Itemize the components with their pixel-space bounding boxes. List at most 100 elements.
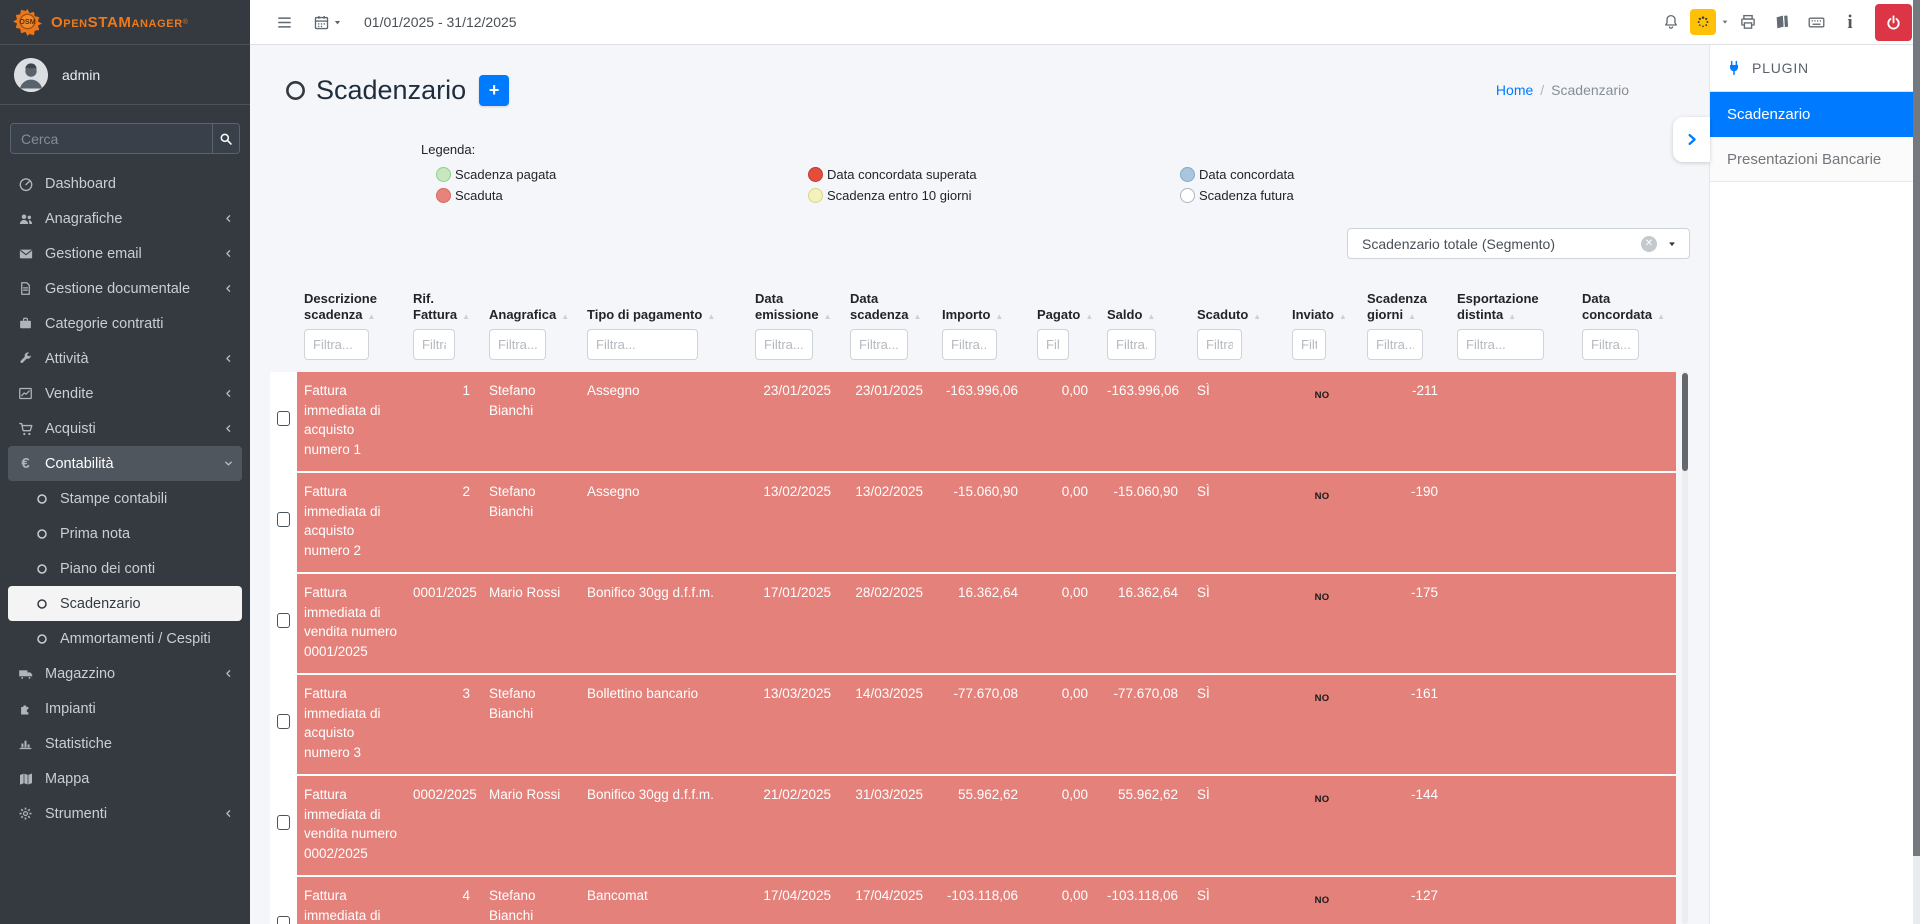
sidebar-item-mappa[interactable]: Mappa — [8, 761, 242, 796]
segment-select[interactable]: Scadenzario totale (Segmento) ✕ — [1347, 228, 1690, 259]
search-input[interactable] — [11, 124, 212, 153]
sidebar-item-dashboard[interactable]: Dashboard — [8, 166, 242, 201]
background-tasks-button[interactable] — [1690, 9, 1729, 35]
table-scrollbar[interactable] — [1682, 371, 1688, 924]
sidebar-item-label: Gestione email — [45, 246, 142, 262]
brand[interactable]: OSM OpenSTAManager ® — [0, 0, 250, 45]
filter-input-esportazione-distinta[interactable] — [1457, 329, 1544, 360]
table-row[interactable]: Fattura immediata di acquisto numero 33S… — [270, 673, 1676, 774]
sidebar-item-acquisti[interactable]: Acquisti — [8, 411, 242, 446]
breadcrumb-home-link[interactable]: Home — [1496, 82, 1533, 98]
sidebar-item-statistiche[interactable]: Statistiche — [8, 726, 242, 761]
table-row[interactable]: Fattura immediata di acquisto numero 22S… — [270, 471, 1676, 572]
column-header-anagrafica[interactable]: Anagrafica▲ — [482, 291, 580, 325]
column-header-pagato[interactable]: Pagato▲ — [1030, 291, 1100, 325]
column-header-rif-fattura[interactable]: Rif. Fattura▲ — [406, 291, 482, 325]
user-panel[interactable]: admin — [0, 45, 250, 104]
filter-input-data-concordata[interactable] — [1582, 329, 1639, 360]
sidebar-item-categorie-contratti[interactable]: Categorie contratti — [8, 306, 242, 341]
column-header-descrizione-scadenza[interactable]: Descrizione scadenza▲ — [297, 291, 406, 325]
filter-input-scaduto[interactable] — [1197, 329, 1242, 360]
page-scrollbar[interactable] — [1913, 0, 1920, 924]
column-header-data-concordata[interactable]: Data concordata▲ — [1575, 291, 1676, 325]
manual-button[interactable] — [1765, 13, 1799, 31]
filter-input-scadenza-giorni[interactable] — [1367, 329, 1423, 360]
search-button[interactable] — [212, 124, 239, 153]
filter-input-tipo-di-pagamento[interactable] — [587, 329, 698, 360]
filter-input-inviato[interactable] — [1292, 329, 1326, 360]
cog-icon — [15, 806, 36, 821]
calendar-icon — [313, 14, 330, 31]
book-icon — [1773, 13, 1791, 31]
circle-icon — [33, 598, 51, 610]
column-header-data-emissione[interactable]: Data emissione▲ — [748, 291, 843, 325]
table-row[interactable]: Fattura immediata di acquisto numero 44S… — [270, 875, 1676, 924]
filter-input-anagrafica[interactable] — [489, 329, 546, 360]
row-checkbox[interactable] — [277, 815, 290, 830]
sidebar-item-anagrafiche[interactable]: Anagrafiche — [8, 201, 242, 236]
sidebar-item-contabilit[interactable]: €Contabilità — [8, 446, 242, 481]
column-header-tipo-di-pagamento[interactable]: Tipo di pagamento▲ — [580, 291, 748, 325]
plugin-item-scadenzario[interactable]: Scadenzario — [1710, 92, 1913, 137]
bell-icon — [1662, 13, 1680, 31]
filter-input-saldo[interactable] — [1107, 329, 1156, 360]
add-button[interactable]: + — [479, 75, 509, 106]
cell-saldo: -103.118,06 — [1100, 875, 1190, 924]
column-header-importo[interactable]: Importo▲ — [935, 291, 1030, 325]
calendar-filter-button[interactable] — [313, 14, 342, 31]
table-row[interactable]: Fattura immediata di vendita numero 0002… — [270, 774, 1676, 875]
sidebar-item-gestione-email[interactable]: Gestione email — [8, 236, 242, 271]
sidebar-item-attivit[interactable]: Attività — [8, 341, 242, 376]
filter-input-rif-fattura[interactable] — [413, 329, 455, 360]
plugin-item-presentazioni-bancarie[interactable]: Presentazioni Bancarie — [1710, 137, 1913, 182]
row-checkbox[interactable] — [277, 613, 290, 628]
filter-input-importo[interactable] — [942, 329, 997, 360]
notifications-button[interactable] — [1654, 13, 1688, 31]
filter-input-pagato[interactable] — [1037, 329, 1069, 360]
chevron-left-icon — [223, 668, 234, 679]
sidebar-subitem-scadenzario[interactable]: Scadenzario — [8, 586, 242, 621]
column-header-saldo[interactable]: Saldo▲ — [1100, 291, 1190, 325]
sidebar-item-gestione-documentale[interactable]: Gestione documentale — [8, 271, 242, 306]
filter-input-data-emissione[interactable] — [755, 329, 813, 360]
clear-icon[interactable]: ✕ — [1641, 236, 1657, 252]
column-header-scaduto[interactable]: Scaduto▲ — [1190, 291, 1285, 325]
cell-descrizione: Fattura immediata di vendita numero 0001… — [297, 572, 406, 673]
column-header-scadenza-giorni[interactable]: Scadenza giorni▲ — [1360, 291, 1450, 325]
sidebar-item-vendite[interactable]: Vendite — [8, 376, 242, 411]
sidebar-item-strumenti[interactable]: Strumenti — [8, 796, 242, 831]
cell-scaduto: SÌ — [1190, 774, 1285, 875]
info-button[interactable]: i — [1833, 13, 1867, 32]
sidebar-subitem-prima-nota[interactable]: Prima nota — [8, 516, 242, 551]
filter-input-descrizione-scadenza[interactable] — [304, 329, 369, 360]
table-row[interactable]: Fattura immediata di acquisto numero 11S… — [270, 372, 1676, 471]
sidebar-toggle-button[interactable] — [276, 15, 293, 30]
sidebar-item-magazzino[interactable]: Magazzino — [8, 656, 242, 691]
cell-saldo: 55.962,62 — [1100, 774, 1190, 875]
sidebar-subitem-stampe-contabili[interactable]: Stampe contabili — [8, 481, 242, 516]
logout-button[interactable] — [1875, 4, 1912, 41]
row-checkbox[interactable] — [277, 714, 290, 729]
cell-importo: -77.670,08 — [935, 673, 1030, 774]
cell-concordata — [1575, 673, 1676, 774]
column-header-inviato[interactable]: Inviato▲ — [1285, 291, 1360, 325]
cell-esportazione — [1450, 572, 1575, 673]
sidebar: OSM OpenSTAManager ® admin DashboardAnag… — [0, 0, 250, 924]
sidebar-subitem-ammortamenti-cespiti[interactable]: Ammortamenti / Cespiti — [8, 621, 242, 656]
brand-registered: ® — [183, 19, 188, 26]
print-button[interactable] — [1731, 13, 1765, 31]
column-header-data-scadenza[interactable]: Data scadenza▲ — [843, 291, 935, 325]
shortcuts-button[interactable] — [1799, 13, 1833, 32]
panel-collapse-button[interactable] — [1673, 117, 1710, 162]
sidebar-subitem-piano-dei-conti[interactable]: Piano dei conti — [8, 551, 242, 586]
row-checkbox[interactable] — [277, 512, 290, 527]
hamburger-icon — [276, 15, 293, 30]
filter-input-data-scadenza[interactable] — [850, 329, 908, 360]
row-checkbox[interactable] — [277, 411, 290, 426]
sidebar-item-label: Contabilità — [45, 456, 114, 472]
column-header-esportazione-distinta[interactable]: Esportazione distinta▲ — [1450, 291, 1575, 325]
sidebar-item-impianti[interactable]: Impianti — [8, 691, 242, 726]
date-range[interactable]: 01/01/2025 - 31/12/2025 — [364, 14, 517, 30]
row-checkbox[interactable] — [277, 916, 290, 924]
table-row[interactable]: Fattura immediata di vendita numero 0001… — [270, 572, 1676, 673]
